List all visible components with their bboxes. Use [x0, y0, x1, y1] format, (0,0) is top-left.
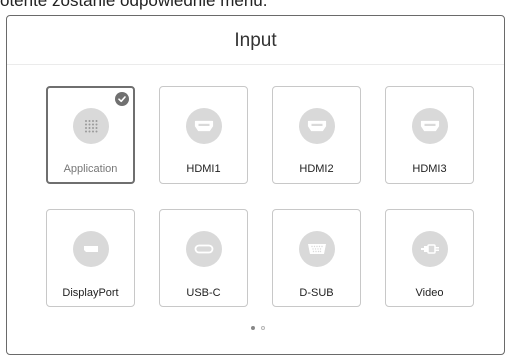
source-tile-d-sub[interactable]: D-SUB [272, 209, 361, 307]
source-label: D-SUB [299, 287, 334, 299]
page-title: Input [234, 30, 277, 51]
source-label: Video [415, 287, 444, 299]
source-tile-hdmi3[interactable]: HDMI3 [385, 86, 474, 184]
source-tile-hdmi1[interactable]: HDMI1 [159, 86, 248, 184]
source-label: HDMI3 [412, 163, 447, 175]
apps-grid-icon [72, 108, 109, 144]
source-tile-displayport[interactable]: DisplayPort [46, 209, 135, 307]
page-dot[interactable] [261, 326, 265, 330]
source-label: USB-C [186, 287, 221, 299]
page-dot-active[interactable] [251, 326, 255, 330]
source-label: DisplayPort [62, 287, 119, 299]
page-indicator [251, 326, 265, 330]
source-tile-application[interactable]: Application [46, 86, 135, 184]
check-icon [115, 92, 129, 106]
source-label: Application [63, 163, 118, 175]
source-tile-hdmi2[interactable]: HDMI2 [272, 86, 361, 184]
title-divider [7, 64, 504, 65]
composite-video-icon [411, 231, 448, 267]
vga-icon [298, 231, 335, 267]
usb-c-icon [185, 231, 222, 267]
hdmi-icon [185, 108, 222, 144]
hdmi-icon [298, 108, 335, 144]
hdmi-icon [411, 108, 448, 144]
source-tile-usb-c[interactable]: USB-C [159, 209, 248, 307]
page-caption: otente zostanie odpowiednie menu. [0, 0, 268, 10]
displayport-icon [72, 231, 109, 267]
source-label: HDMI1 [186, 163, 221, 175]
source-tile-video[interactable]: Video [385, 209, 474, 307]
source-label: HDMI2 [299, 163, 334, 175]
